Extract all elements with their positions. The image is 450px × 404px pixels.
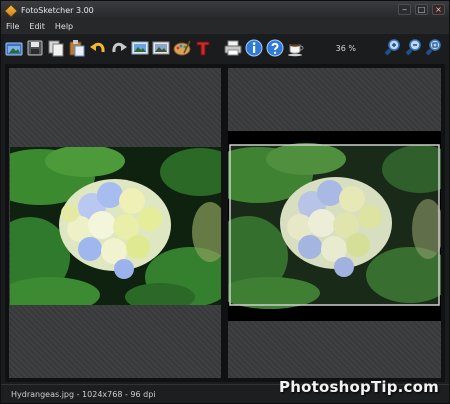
menu-bar: File Edit Help [1,19,449,34]
help-button[interactable] [266,38,285,58]
paint-button[interactable] [172,38,191,58]
toolbar: 36 % [5,36,445,60]
print-button[interactable] [224,38,243,58]
paint-palette-icon [173,40,191,56]
zoom-fit-icon [426,39,442,56]
text-icon [196,41,210,56]
save-button[interactable] [26,38,45,58]
zoom-fit-button[interactable] [424,38,443,58]
menu-file[interactable]: File [1,22,24,31]
title-bar[interactable]: FotoSketcher 3.00 ‒ □ × [1,1,449,19]
workspace [5,64,445,382]
original-photo [10,147,221,305]
zoom-out-icon [405,39,421,56]
info-button[interactable] [245,38,264,58]
show-original-button[interactable] [131,38,150,58]
app-window: FotoSketcher 3.00 ‒ □ × File Edit Help 3… [0,0,450,404]
copy-button[interactable] [47,38,66,58]
watermark: PhotoshopTip.com [279,378,439,396]
open-image-button[interactable] [5,38,24,58]
donate-button[interactable] [286,38,305,58]
zoom-level: 36 % [335,43,356,53]
open-image-icon [5,42,23,56]
zoom-in-icon [384,39,400,56]
app-logo-icon [4,4,16,16]
zoom-out-button[interactable] [403,38,422,58]
menu-edit[interactable]: Edit [24,22,50,31]
info-icon [245,39,263,57]
paste-icon [69,40,85,57]
help-icon [266,39,284,57]
paste-button[interactable] [68,38,87,58]
save-icon [27,40,43,56]
zoom-in-button[interactable] [382,38,401,58]
show-result-button[interactable] [151,38,170,58]
print-icon [224,40,242,56]
undo-icon [90,42,105,53]
window-title: FotoSketcher 3.00 [21,5,94,15]
undo-button[interactable] [89,38,108,58]
close-button[interactable]: × [432,4,445,15]
coffee-donate-icon [287,44,304,57]
result-photo [228,131,441,321]
original-image-pane[interactable] [8,67,222,379]
add-text-button[interactable] [193,38,212,58]
window-controls: ‒ □ × [398,4,445,15]
copy-icon [48,40,64,57]
result-view-icon [152,41,170,55]
maximize-button[interactable]: □ [415,4,428,15]
original-view-icon [131,41,149,55]
minimize-button[interactable]: ‒ [398,4,411,15]
image-info: Hydrangeas.jpg - 1024x768 - 96 dpi [11,389,156,399]
redo-button[interactable] [110,38,129,58]
result-image-pane[interactable] [227,67,442,379]
menu-help[interactable]: Help [50,22,78,31]
redo-icon [112,42,128,53]
